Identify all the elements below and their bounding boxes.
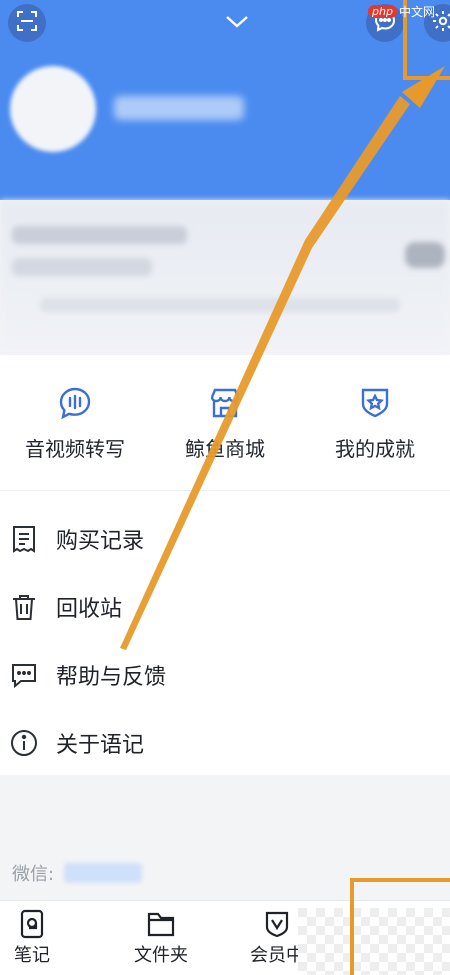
feedback-icon	[10, 661, 38, 689]
username-blurred[interactable]	[114, 96, 244, 120]
chevron-down-icon	[225, 14, 249, 33]
feature-label: 我的成就	[335, 437, 415, 461]
watermark-brand: php	[368, 5, 397, 18]
menu-item-help-feedback[interactable]: 帮助与反馈	[0, 641, 450, 709]
scan-button[interactable]	[8, 4, 46, 42]
feature-store[interactable]: 鲸鱼商城	[150, 355, 300, 490]
trash-icon	[10, 593, 38, 621]
profile-header	[0, 0, 450, 200]
tab-notes[interactable]: 笔记	[14, 909, 50, 967]
tab-member-center[interactable]: 会员中	[250, 909, 304, 967]
tab-label: 会员中	[250, 945, 304, 966]
badge-icon	[357, 385, 393, 421]
membership-card-blurred[interactable]	[0, 200, 450, 350]
store-icon	[207, 385, 243, 421]
avatar[interactable]	[10, 66, 96, 152]
menu-item-purchase-history[interactable]: 购买记录	[0, 505, 450, 573]
tab-label: 文件夹	[134, 945, 188, 966]
collapse-button[interactable]	[222, 10, 252, 36]
feature-grid: 音视频转写 鲸鱼商城 我的成就	[0, 355, 450, 490]
tab-label: 笔记	[14, 945, 50, 966]
watermark-text: 中文网	[398, 5, 435, 19]
scan-icon	[16, 10, 38, 36]
wechat-value-blurred	[64, 863, 143, 883]
tab-folder[interactable]: 文件夹	[134, 909, 188, 967]
feature-achievement[interactable]: 我的成就	[300, 355, 450, 490]
watermark: php 中文网	[368, 3, 435, 20]
menu-label: 帮助与反馈	[56, 665, 167, 690]
mosaic-overlay	[298, 908, 450, 975]
settings-menu: 购买记录 回收站 帮助与反馈 关于语记	[0, 490, 450, 775]
feature-transcribe[interactable]: 音视频转写	[0, 355, 150, 490]
member-icon	[262, 909, 292, 939]
feature-label: 音视频转写	[25, 437, 125, 461]
menu-label: 购买记录	[56, 529, 145, 554]
menu-item-about[interactable]: 关于语记	[0, 709, 450, 777]
note-icon	[17, 909, 47, 939]
folder-icon	[146, 909, 176, 939]
feature-label: 鲸鱼商城	[185, 437, 265, 461]
menu-label: 回收站	[56, 597, 123, 622]
wechat-label: 微信:	[12, 864, 55, 885]
audio-wave-icon	[57, 385, 93, 421]
menu-item-recycle-bin[interactable]: 回收站	[0, 573, 450, 641]
info-icon	[10, 729, 38, 757]
receipt-icon	[10, 525, 38, 553]
wechat-account-row: 微信:	[12, 860, 143, 886]
menu-label: 关于语记	[56, 733, 145, 758]
